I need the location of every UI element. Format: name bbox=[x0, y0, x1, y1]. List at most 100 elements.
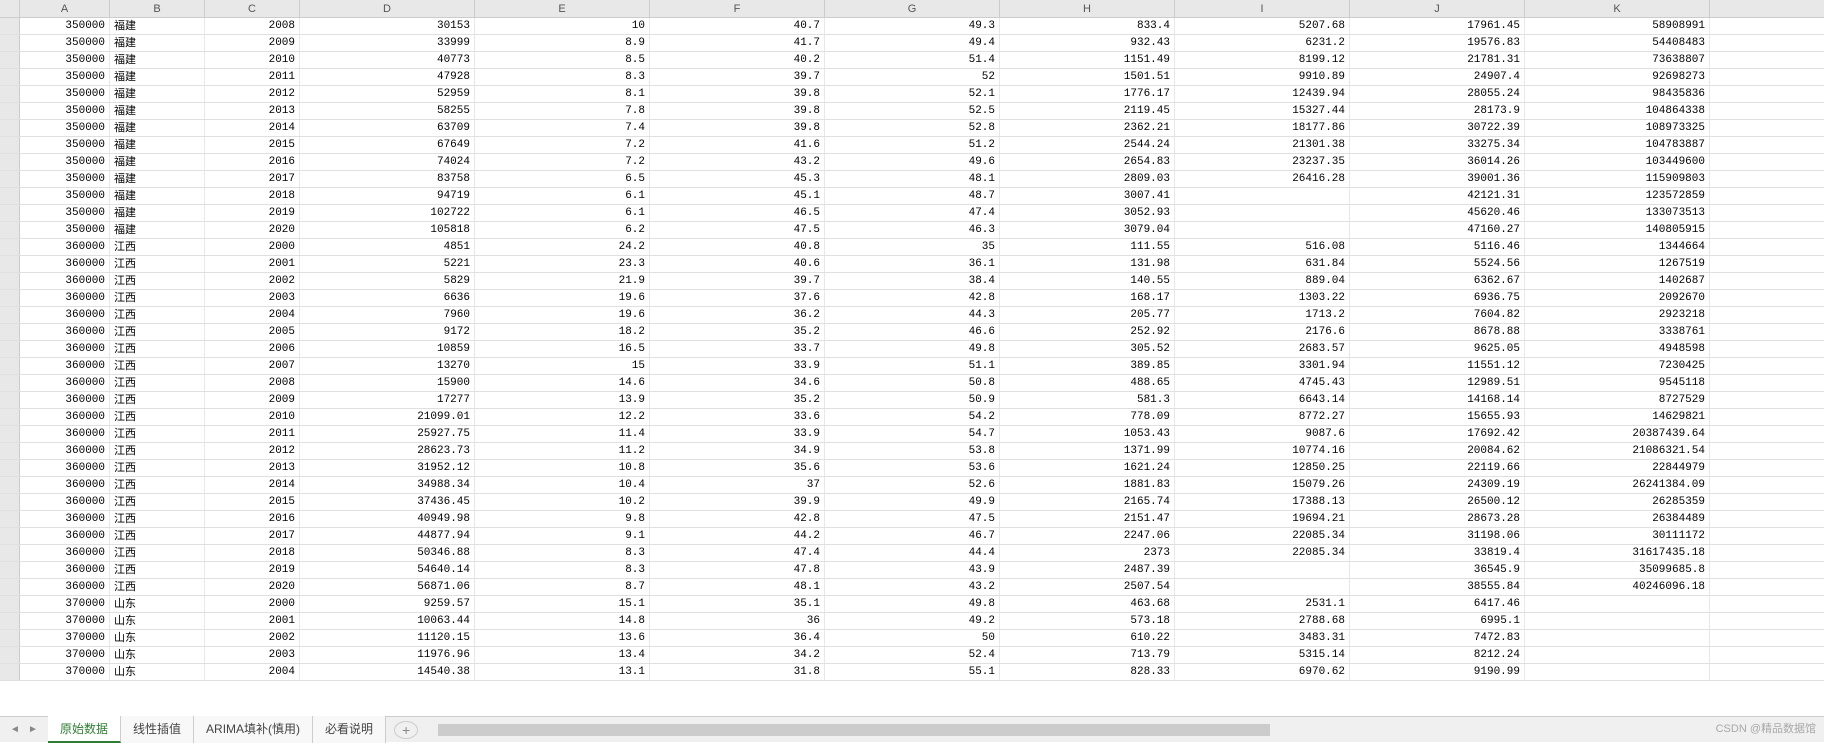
cell-A[interactable]: 350000 bbox=[20, 188, 110, 204]
cell-D[interactable]: 6636 bbox=[300, 290, 475, 306]
cell-K[interactable]: 1402687 bbox=[1525, 273, 1710, 289]
cell-E[interactable]: 11.4 bbox=[475, 426, 650, 442]
cell-B[interactable]: 江西 bbox=[110, 562, 205, 578]
row-header[interactable] bbox=[0, 477, 20, 493]
cell-A[interactable]: 350000 bbox=[20, 137, 110, 153]
cell-I[interactable] bbox=[1175, 222, 1350, 238]
cell-K[interactable] bbox=[1525, 596, 1710, 612]
cell-C[interactable]: 2005 bbox=[205, 324, 300, 340]
cell-F[interactable]: 36.2 bbox=[650, 307, 825, 323]
cell-H[interactable]: 131.98 bbox=[1000, 256, 1175, 272]
cell-D[interactable]: 74024 bbox=[300, 154, 475, 170]
cell-C[interactable]: 2019 bbox=[205, 562, 300, 578]
cell-E[interactable]: 8.3 bbox=[475, 69, 650, 85]
cell-K[interactable]: 20387439.64 bbox=[1525, 426, 1710, 442]
row-header[interactable] bbox=[0, 222, 20, 238]
cell-J[interactable]: 6936.75 bbox=[1350, 290, 1525, 306]
cell-E[interactable]: 8.9 bbox=[475, 35, 650, 51]
cell-K[interactable]: 115909803 bbox=[1525, 171, 1710, 187]
cell-J[interactable]: 36545.9 bbox=[1350, 562, 1525, 578]
cell-C[interactable]: 2014 bbox=[205, 477, 300, 493]
cell-G[interactable]: 55.1 bbox=[825, 664, 1000, 680]
cell-C[interactable]: 2015 bbox=[205, 494, 300, 510]
cell-B[interactable]: 福建 bbox=[110, 222, 205, 238]
cell-C[interactable]: 2020 bbox=[205, 222, 300, 238]
cell-F[interactable]: 33.9 bbox=[650, 358, 825, 374]
cell-F[interactable]: 37 bbox=[650, 477, 825, 493]
cell-D[interactable]: 33999 bbox=[300, 35, 475, 51]
row-header[interactable] bbox=[0, 375, 20, 391]
cell-K[interactable]: 30111172 bbox=[1525, 528, 1710, 544]
cell-J[interactable]: 12989.51 bbox=[1350, 375, 1525, 391]
cell-I[interactable]: 10774.16 bbox=[1175, 443, 1350, 459]
cell-H[interactable]: 828.33 bbox=[1000, 664, 1175, 680]
cell-J[interactable]: 7472.83 bbox=[1350, 630, 1525, 646]
cell-K[interactable]: 21086321.54 bbox=[1525, 443, 1710, 459]
cell-B[interactable]: 山东 bbox=[110, 596, 205, 612]
column-header-H[interactable]: H bbox=[1000, 0, 1175, 17]
cell-H[interactable]: 1371.99 bbox=[1000, 443, 1175, 459]
cell-F[interactable]: 39.8 bbox=[650, 86, 825, 102]
cell-A[interactable]: 360000 bbox=[20, 579, 110, 595]
cell-K[interactable]: 92698273 bbox=[1525, 69, 1710, 85]
cell-B[interactable]: 江西 bbox=[110, 494, 205, 510]
cell-J[interactable]: 20084.62 bbox=[1350, 443, 1525, 459]
cell-G[interactable]: 44.4 bbox=[825, 545, 1000, 561]
cell-F[interactable]: 33.9 bbox=[650, 426, 825, 442]
cell-G[interactable]: 46.7 bbox=[825, 528, 1000, 544]
cell-G[interactable]: 36.1 bbox=[825, 256, 1000, 272]
cell-F[interactable]: 39.7 bbox=[650, 273, 825, 289]
cell-A[interactable]: 350000 bbox=[20, 171, 110, 187]
cell-H[interactable]: 168.17 bbox=[1000, 290, 1175, 306]
row-header[interactable] bbox=[0, 409, 20, 425]
cell-B[interactable]: 江西 bbox=[110, 528, 205, 544]
cell-J[interactable]: 6995.1 bbox=[1350, 613, 1525, 629]
cell-D[interactable]: 94719 bbox=[300, 188, 475, 204]
cell-D[interactable]: 40773 bbox=[300, 52, 475, 68]
cell-I[interactable]: 5315.14 bbox=[1175, 647, 1350, 663]
cell-E[interactable]: 7.2 bbox=[475, 137, 650, 153]
cell-B[interactable]: 江西 bbox=[110, 358, 205, 374]
cell-C[interactable]: 2004 bbox=[205, 664, 300, 680]
cell-G[interactable]: 50.9 bbox=[825, 392, 1000, 408]
cell-G[interactable]: 47.4 bbox=[825, 205, 1000, 221]
cell-K[interactable]: 108973325 bbox=[1525, 120, 1710, 136]
cell-B[interactable]: 江西 bbox=[110, 460, 205, 476]
cell-I[interactable]: 12850.25 bbox=[1175, 460, 1350, 476]
cell-I[interactable]: 21301.38 bbox=[1175, 137, 1350, 153]
cell-A[interactable]: 350000 bbox=[20, 205, 110, 221]
cell-H[interactable]: 1776.17 bbox=[1000, 86, 1175, 102]
cell-I[interactable]: 22085.34 bbox=[1175, 545, 1350, 561]
cell-I[interactable]: 26416.28 bbox=[1175, 171, 1350, 187]
cell-K[interactable]: 26241384.09 bbox=[1525, 477, 1710, 493]
cell-D[interactable]: 10063.44 bbox=[300, 613, 475, 629]
cell-C[interactable]: 2018 bbox=[205, 545, 300, 561]
cell-E[interactable]: 8.3 bbox=[475, 562, 650, 578]
cell-F[interactable]: 31.8 bbox=[650, 664, 825, 680]
cell-I[interactable]: 2531.1 bbox=[1175, 596, 1350, 612]
cell-A[interactable]: 360000 bbox=[20, 290, 110, 306]
cell-H[interactable]: 932.43 bbox=[1000, 35, 1175, 51]
row-header[interactable] bbox=[0, 528, 20, 544]
cell-H[interactable]: 2151.47 bbox=[1000, 511, 1175, 527]
cell-G[interactable]: 49.8 bbox=[825, 341, 1000, 357]
row-header[interactable] bbox=[0, 137, 20, 153]
row-header[interactable] bbox=[0, 86, 20, 102]
cell-E[interactable]: 7.2 bbox=[475, 154, 650, 170]
cell-E[interactable]: 6.1 bbox=[475, 205, 650, 221]
cell-J[interactable]: 24907.4 bbox=[1350, 69, 1525, 85]
cell-B[interactable]: 江西 bbox=[110, 579, 205, 595]
cell-G[interactable]: 52 bbox=[825, 69, 1000, 85]
cell-F[interactable]: 41.7 bbox=[650, 35, 825, 51]
cell-B[interactable]: 山东 bbox=[110, 664, 205, 680]
cell-J[interactable]: 11551.12 bbox=[1350, 358, 1525, 374]
cell-K[interactable]: 2092670 bbox=[1525, 290, 1710, 306]
cell-D[interactable]: 4851 bbox=[300, 239, 475, 255]
cell-I[interactable]: 3483.31 bbox=[1175, 630, 1350, 646]
cell-D[interactable]: 105818 bbox=[300, 222, 475, 238]
cell-E[interactable]: 21.9 bbox=[475, 273, 650, 289]
cell-G[interactable]: 51.1 bbox=[825, 358, 1000, 374]
cell-D[interactable]: 14540.38 bbox=[300, 664, 475, 680]
cell-A[interactable]: 360000 bbox=[20, 392, 110, 408]
cell-F[interactable]: 41.6 bbox=[650, 137, 825, 153]
